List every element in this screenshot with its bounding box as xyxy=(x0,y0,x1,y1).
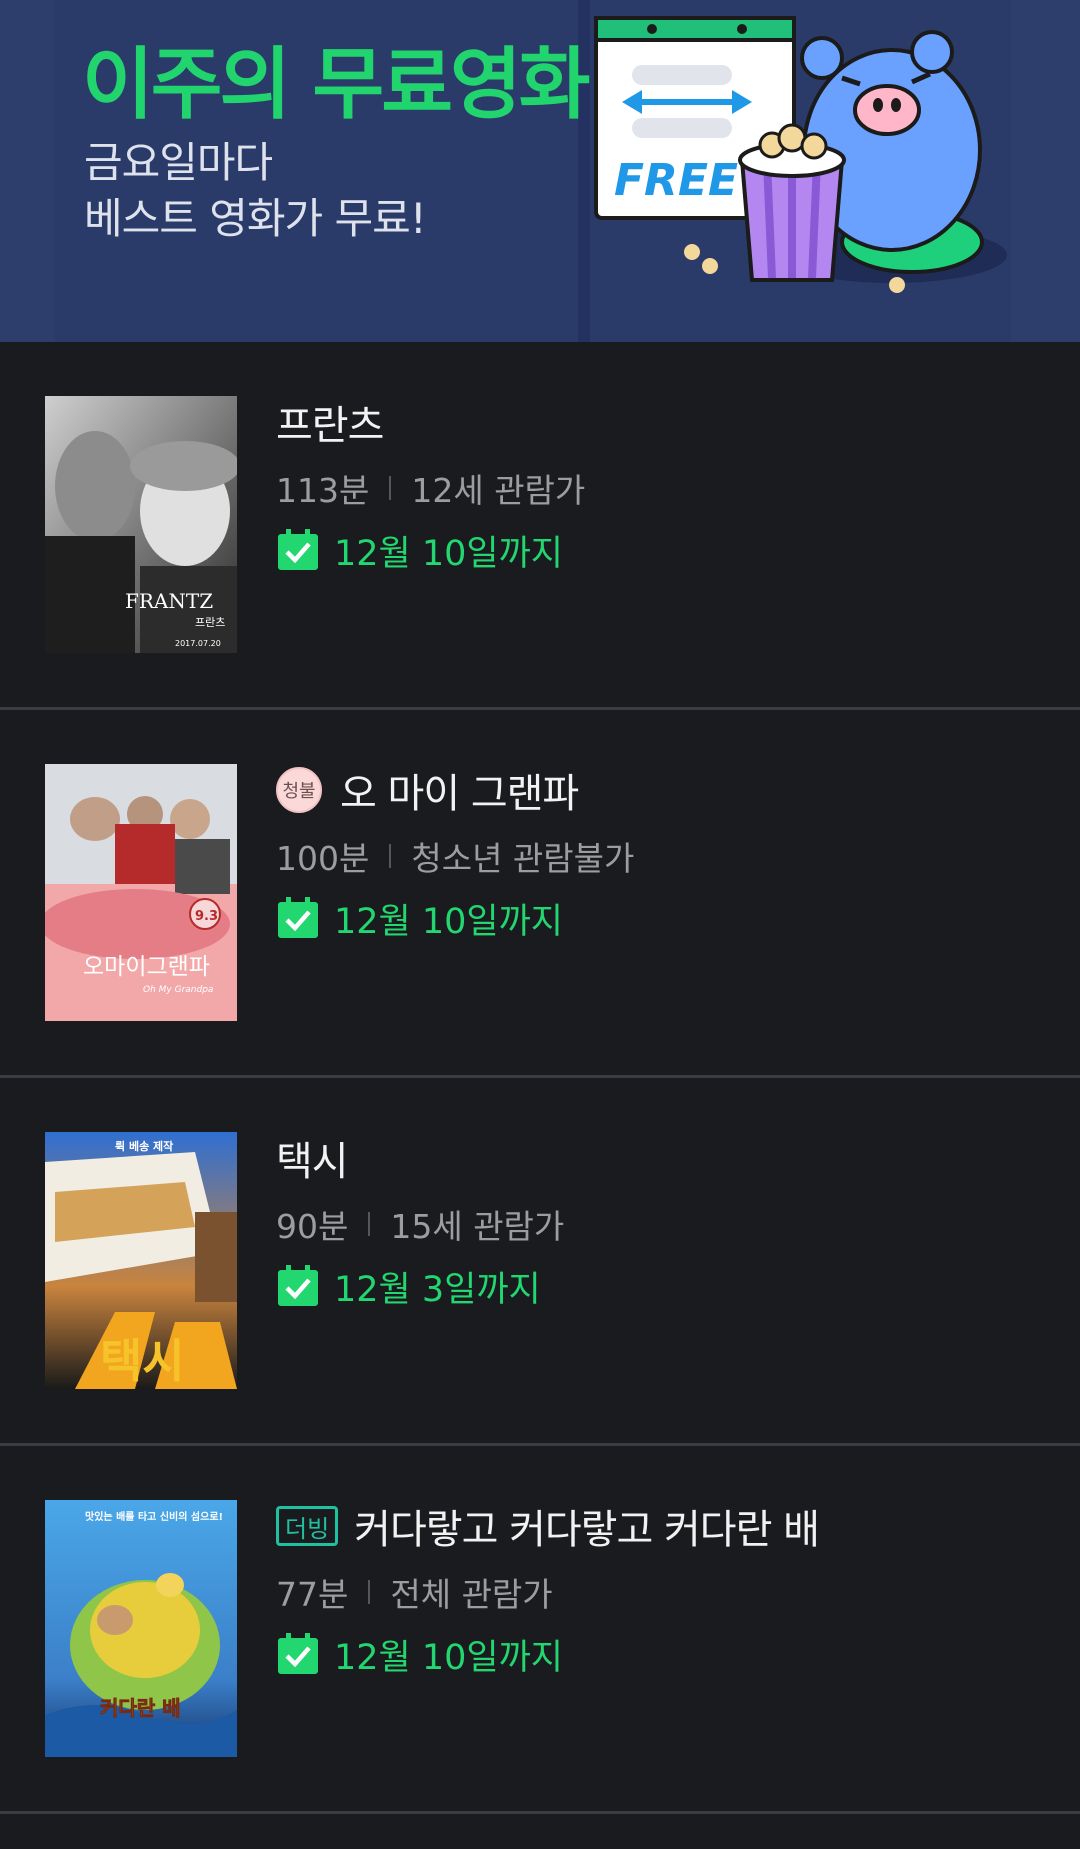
runtime: 77분 xyxy=(276,1575,349,1614)
banner-subtitle-line2: 베스트 영화가 무료! xyxy=(84,194,427,243)
movie-item-taxi[interactable]: 뤽 베송 제작 택시 택시 90분 15세 관람가 12월 3일까지 xyxy=(0,1078,1080,1446)
availability-row: 12월 10일까지 xyxy=(276,890,1040,946)
movie-title[interactable]: 오 마이 그랜파 xyxy=(340,761,579,819)
meta-row: 77분 전체 관람가 xyxy=(276,1566,1040,1618)
poster-oh-my-grandpa[interactable]: 9.3 오마이그랜파 Oh My Grandpa xyxy=(45,764,237,1021)
free-sign-text: FREE xyxy=(614,155,738,206)
title-row: 더빙 커다랗고 커다랗고 커다란 배 xyxy=(276,1496,1040,1556)
meta-separator xyxy=(368,1580,371,1604)
poster-big-pear[interactable]: 맛있는 배를 타고 신비의 섬으로! 커다란 배 xyxy=(45,1500,237,1757)
title-row: 청불 오 마이 그랜파 xyxy=(276,760,1040,820)
meta-separator xyxy=(389,844,392,868)
poster-grandpa-title: 오마이그랜파 xyxy=(83,954,210,980)
movie-info: 청불 오 마이 그랜파 100분 청소년 관람불가 12월 10일까지 xyxy=(276,760,1040,946)
dubbed-badge: 더빙 xyxy=(276,1506,339,1546)
poster-grandpa-subtitle: Oh My Grandpa xyxy=(143,985,213,995)
available-until: 12월 10일까지 xyxy=(334,533,563,574)
banner-subtitle: 금요일마다 베스트 영화가 무료! xyxy=(84,135,427,247)
free-movie-banner[interactable]: 이주의 무료영화 금요일마다 베스트 영화가 무료! FREE xyxy=(0,0,1080,342)
availability-row: 12월 10일까지 xyxy=(276,1626,1040,1682)
meta-row: 90분 15세 관람가 xyxy=(276,1198,1040,1250)
movie-info: 프란츠 113분 12세 관람가 12월 10일까지 xyxy=(276,392,1040,578)
availability-row: 12월 3일까지 xyxy=(276,1258,1040,1314)
runtime: 113분 xyxy=(276,471,370,510)
available-until: 12월 3일까지 xyxy=(334,1269,541,1310)
movie-title[interactable]: 프란츠 xyxy=(276,393,384,451)
movie-info: 더빙 커다랗고 커다랗고 커다란 배 77분 전체 관람가 12월 10일까지 xyxy=(276,1496,1040,1682)
poster-taxi-top: 뤽 베송 제작 xyxy=(115,1139,173,1153)
age-rating: 청소년 관람불가 xyxy=(411,839,635,878)
calendar-check-icon xyxy=(278,1633,318,1674)
availability-row: 12월 10일까지 xyxy=(276,522,1040,578)
poster-frantz[interactable]: FRANTZ 프란츠 2017.07.20 xyxy=(45,396,237,653)
poster-taxi[interactable]: 뤽 베송 제작 택시 xyxy=(45,1132,237,1389)
bear-popcorn-illustration: FREE xyxy=(594,16,1007,293)
age-rating: 15세 관람가 xyxy=(390,1207,565,1246)
movie-item-frantz[interactable]: FRANTZ 프란츠 2017.07.20 프란츠 113분 12세 관람가 1… xyxy=(0,342,1080,710)
poster-frantz-subtitle: 프란츠 xyxy=(195,616,225,629)
movie-title[interactable]: 커다랗고 커다랗고 커다란 배 xyxy=(354,1497,820,1555)
meta-separator xyxy=(389,476,392,500)
meta-row: 100분 청소년 관람불가 xyxy=(276,830,1040,882)
runtime: 90분 xyxy=(276,1207,349,1246)
poster-frantz-date: 2017.07.20 xyxy=(175,639,221,648)
poster-taxi-title: 택시 xyxy=(100,1334,185,1388)
title-row: 택시 xyxy=(276,1128,1040,1188)
poster-grandpa-date: 9.3 xyxy=(195,909,218,924)
calendar-check-icon xyxy=(278,897,318,938)
banner-subtitle-line1: 금요일마다 xyxy=(84,138,273,187)
poster-pear-title: 커다란 배 xyxy=(100,1696,181,1720)
meta-separator xyxy=(368,1212,371,1236)
age-rating: 12세 관람가 xyxy=(411,471,586,510)
banner-title: 이주의 무료영화 xyxy=(82,40,590,130)
calendar-check-icon xyxy=(278,529,318,570)
runtime: 100분 xyxy=(276,839,370,878)
poster-frantz-title: FRANTZ xyxy=(125,589,213,613)
calendar-check-icon xyxy=(278,1265,318,1306)
movie-list: FRANTZ 프란츠 2017.07.20 프란츠 113분 12세 관람가 1… xyxy=(0,342,1080,1814)
available-until: 12월 10일까지 xyxy=(334,901,563,942)
age-rating: 전체 관람가 xyxy=(390,1575,553,1614)
movie-info: 택시 90분 15세 관람가 12월 3일까지 xyxy=(276,1128,1040,1314)
available-until: 12월 10일까지 xyxy=(334,1637,563,1678)
movie-item-oh-my-grandpa[interactable]: 9.3 오마이그랜파 Oh My Grandpa 청불 오 마이 그랜파 100… xyxy=(0,710,1080,1078)
meta-row: 113분 12세 관람가 xyxy=(276,462,1040,514)
title-row: 프란츠 xyxy=(276,392,1040,452)
movie-title[interactable]: 택시 xyxy=(276,1129,349,1187)
adult-only-badge: 청불 xyxy=(276,767,322,813)
poster-pear-top: 맛있는 배를 타고 신비의 섬으로! xyxy=(85,1510,223,1523)
movie-item-big-pear[interactable]: 맛있는 배를 타고 신비의 섬으로! 커다란 배 더빙 커다랗고 커다랗고 커다… xyxy=(0,1446,1080,1814)
